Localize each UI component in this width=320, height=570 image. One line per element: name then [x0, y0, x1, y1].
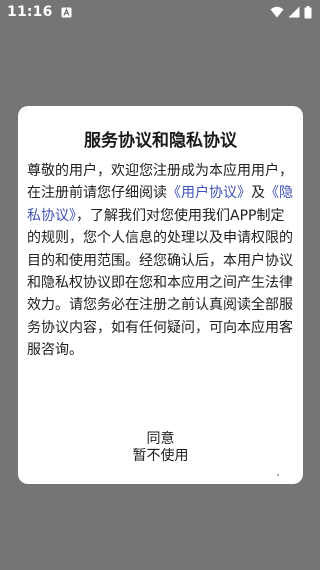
wifi-icon — [270, 6, 284, 18]
body-text-rest: ，了解我们对您使用我们APP制定的规则，您个人信息的处理以及申请权限的目的和使用… — [27, 207, 293, 359]
decline-button[interactable]: 暂不使用 — [18, 445, 303, 465]
user-agreement-link[interactable]: 《用户协议》 — [167, 185, 251, 201]
battery-icon — [304, 5, 312, 19]
screen: 11:16 服务协议和隐私协议 尊敬的用户，欢迎您注册成为本应用用户，在注册前请… — [0, 0, 320, 570]
agreement-dialog: 服务协议和隐私协议 尊敬的用户，欢迎您注册成为本应用用户，在注册前请您仔细阅读《… — [18, 106, 303, 484]
status-left: 11:16 — [7, 4, 72, 20]
dialog-body: 尊敬的用户，欢迎您注册成为本应用用户，在注册前请您仔细阅读《用户协议》及《隐私协… — [27, 160, 295, 362]
status-time: 11:16 — [7, 4, 53, 20]
cellular-signal-icon — [288, 6, 300, 18]
and-text: 及 — [251, 185, 265, 202]
status-bar: 11:16 — [0, 0, 320, 24]
notification-a-icon — [61, 7, 72, 18]
scroll-indicator-dot — [277, 474, 279, 476]
dialog-title: 服务协议和隐私协议 — [84, 131, 237, 151]
status-right — [270, 5, 312, 19]
